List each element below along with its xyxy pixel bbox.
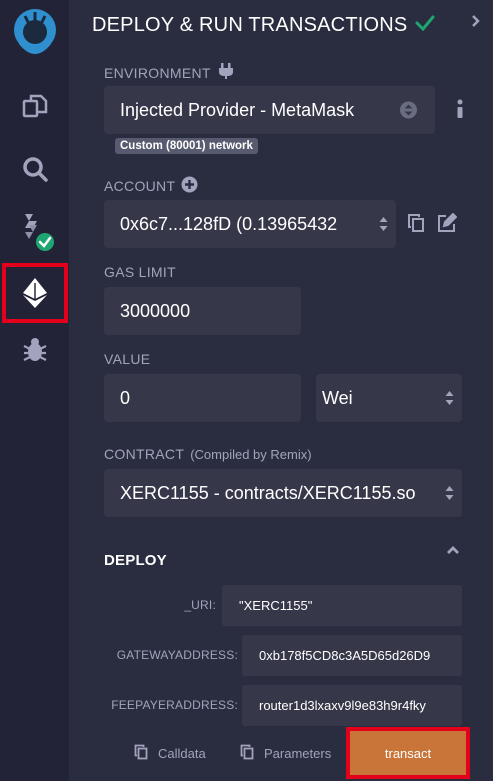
debugger-icon[interactable] bbox=[0, 320, 70, 380]
copy-icon[interactable] bbox=[406, 212, 426, 234]
account-label-text: ACCOUNT bbox=[104, 178, 176, 194]
gas-limit-value: 3000000 bbox=[120, 300, 191, 321]
deploy-section-title: DEPLOY bbox=[104, 552, 167, 569]
param-input-uri[interactable]: "XERC1155" bbox=[222, 585, 462, 626]
remix-logo-icon[interactable] bbox=[0, 4, 70, 64]
select-arrows-icon bbox=[400, 101, 417, 119]
gas-limit-label: GAS LIMIT bbox=[104, 264, 176, 280]
edit-icon[interactable] bbox=[436, 212, 458, 234]
value-unit: Wei bbox=[322, 387, 353, 408]
account-value: 0x6c7...128fD (0.13965432 bbox=[120, 213, 338, 234]
environment-select[interactable]: Injected Provider - MetaMask bbox=[104, 86, 435, 134]
chevron-right-icon[interactable] bbox=[471, 14, 481, 33]
copy-icon bbox=[134, 744, 148, 763]
file-explorer-icon[interactable] bbox=[0, 76, 70, 136]
copy-icon bbox=[240, 744, 254, 763]
icon-rail bbox=[0, 0, 70, 781]
transact-button[interactable]: transact bbox=[346, 727, 470, 779]
plus-circle-icon[interactable] bbox=[181, 176, 198, 196]
select-arrows-icon bbox=[379, 216, 388, 232]
panel-header: DEPLOY & RUN TRANSACTIONS bbox=[92, 10, 435, 40]
param-label-feepayeraddress: FEEPAYERADDRESS: bbox=[111, 698, 238, 712]
plug-icon bbox=[217, 62, 235, 83]
chevron-up-icon[interactable] bbox=[445, 544, 461, 556]
environment-label: ENVIRONMENT bbox=[104, 62, 235, 83]
value-label: VALUE bbox=[104, 351, 150, 367]
parameters-button[interactable]: Parameters bbox=[240, 744, 331, 763]
calldata-button[interactable]: Calldata bbox=[134, 744, 206, 763]
gas-limit-input[interactable]: 3000000 bbox=[104, 287, 301, 335]
value-unit-select[interactable]: Wei bbox=[316, 374, 462, 422]
param-value-feepayeraddress: router1d3lxaxv9l9e83h9r4fky bbox=[259, 698, 426, 713]
param-label-uri: _URI: bbox=[184, 598, 216, 612]
select-arrows-icon bbox=[445, 390, 454, 406]
account-label: ACCOUNT bbox=[104, 176, 198, 196]
check-icon bbox=[415, 15, 435, 36]
gas-limit-label-text: GAS LIMIT bbox=[104, 264, 176, 280]
account-select[interactable]: 0x6c7...128fD (0.13965432 bbox=[104, 200, 396, 248]
value-amount: 0 bbox=[120, 387, 131, 408]
environment-value: Injected Provider - MetaMask bbox=[120, 99, 355, 120]
contract-value: XERC1155 - contracts/XERC1155.so bbox=[120, 482, 416, 503]
solidity-compiler-icon[interactable] bbox=[0, 200, 70, 260]
parameters-label: Parameters bbox=[264, 746, 332, 761]
value-label-text: VALUE bbox=[104, 351, 151, 367]
deploy-run-icon[interactable] bbox=[2, 263, 68, 323]
select-arrows-icon bbox=[445, 485, 454, 501]
param-input-feepayeraddress[interactable]: router1d3lxaxv9l9e83h9r4fky bbox=[242, 685, 462, 726]
value-input[interactable]: 0 bbox=[104, 374, 301, 422]
deploy-run-panel: DEPLOY & RUN TRANSACTIONS ENVIRONMENT In… bbox=[70, 0, 493, 781]
calldata-label: Calldata bbox=[158, 746, 206, 761]
param-label-gatewayaddress: GATEWAYADDRESS: bbox=[116, 648, 238, 662]
contract-sublabel: (Compiled by Remix) bbox=[190, 446, 312, 462]
network-badge: Custom (80001) network bbox=[115, 138, 258, 154]
environment-label-text: ENVIRONMENT bbox=[104, 64, 211, 81]
search-icon[interactable] bbox=[0, 139, 70, 199]
param-value-gatewayaddress: 0xb178f5CD8c3A5D65d26D9 bbox=[259, 648, 431, 663]
contract-select[interactable]: XERC1155 - contracts/XERC1155.so bbox=[104, 469, 462, 517]
contract-label-text: CONTRACT bbox=[104, 446, 185, 462]
info-icon[interactable] bbox=[450, 98, 470, 120]
param-input-gatewayaddress[interactable]: 0xb178f5CD8c3A5D65d26D9 bbox=[242, 635, 462, 676]
param-value-uri: "XERC1155" bbox=[239, 598, 313, 613]
contract-label: CONTRACT (Compiled by Remix) bbox=[104, 446, 312, 462]
page-title: DEPLOY & RUN TRANSACTIONS bbox=[92, 13, 408, 36]
